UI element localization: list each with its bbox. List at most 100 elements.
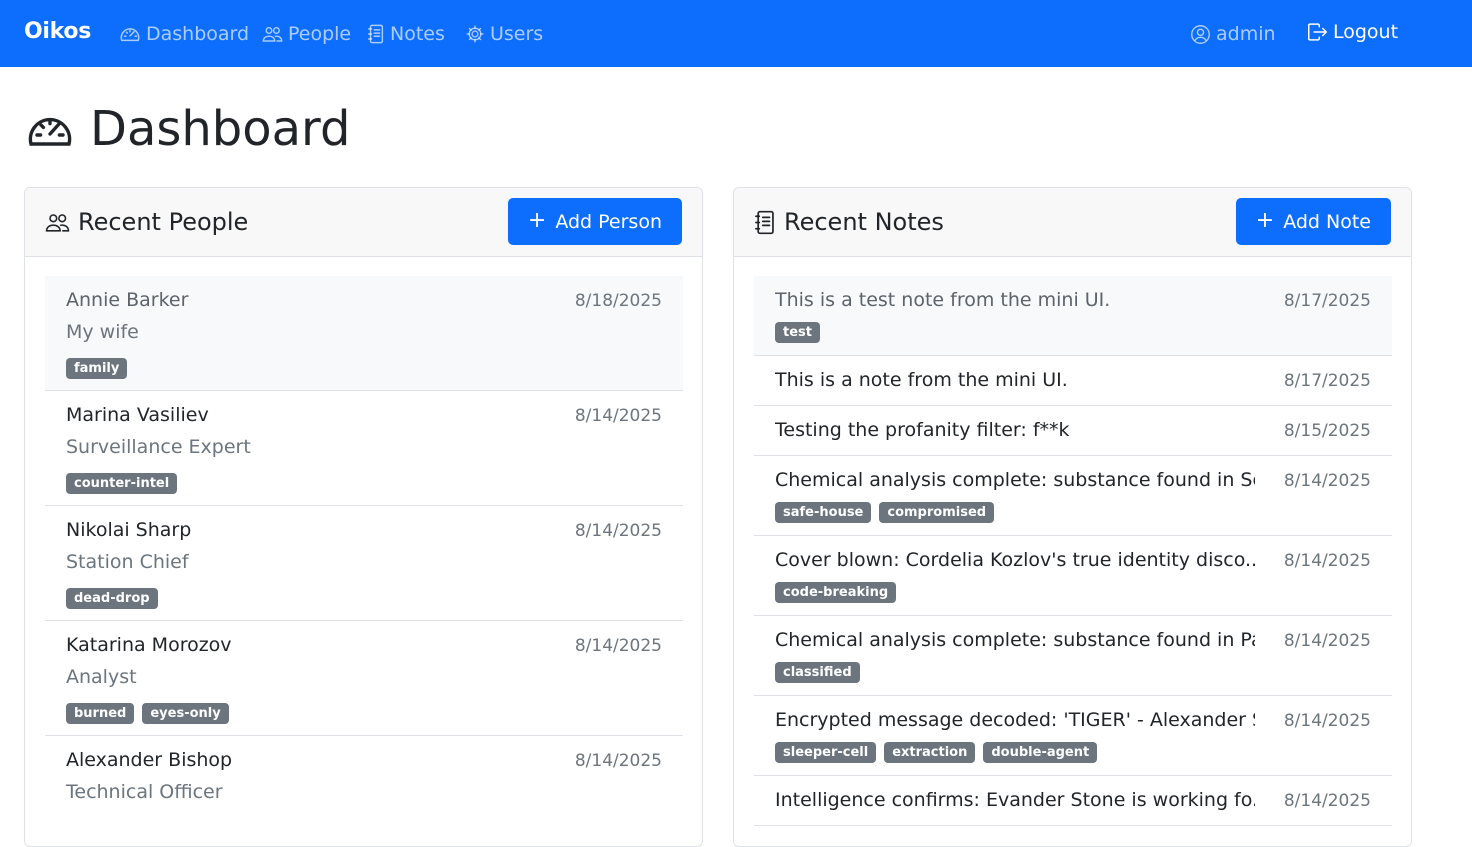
nav-people-label: People bbox=[288, 23, 352, 45]
note-text: Intelligence confirms: Evander Stone is … bbox=[775, 789, 1255, 811]
note-list-item[interactable]: This is a note from the mini UI. 8/17/202… bbox=[754, 356, 1392, 406]
person-name: Marina Vasiliev bbox=[66, 404, 209, 426]
add-note-label: Add Note bbox=[1283, 210, 1371, 233]
person-subtitle: Surveillance Expert bbox=[66, 436, 251, 458]
nav-username: admin bbox=[1216, 23, 1276, 45]
nav-dashboard[interactable]: Dashboard bbox=[119, 21, 249, 47]
tag-list: burned eyes-only bbox=[66, 703, 229, 724]
note-text: Testing the profanity filter: f**k bbox=[775, 419, 1070, 441]
recent-notes-title-text: Recent Notes bbox=[784, 208, 944, 236]
person-subtitle: Technical Officer bbox=[66, 781, 223, 803]
person-subtitle: Analyst bbox=[66, 666, 137, 688]
gear-icon bbox=[466, 25, 484, 43]
person-list-item[interactable]: Nikolai Sharp 8/14/2025 Station Chief dead-… bbox=[45, 506, 683, 621]
tag-badge[interactable]: classified bbox=[775, 662, 860, 683]
note-list-item[interactable]: Cover blown: Cordelia Kozlov's true iden… bbox=[754, 536, 1392, 616]
note-date: 8/17/2025 bbox=[1283, 291, 1371, 311]
person-name: Katarina Morozov bbox=[66, 634, 232, 656]
tag-list: code-breaking bbox=[775, 582, 897, 603]
tag-list: classified bbox=[775, 662, 860, 683]
tag-list: dead-drop bbox=[66, 588, 158, 609]
person-circle-icon bbox=[1191, 24, 1210, 44]
note-list-item[interactable]: Chemical analysis complete: substance fo… bbox=[754, 456, 1392, 536]
recent-people-title-text: Recent People bbox=[78, 208, 249, 236]
note-list-item[interactable]: This is a test note from the mini UI. 8/1… bbox=[754, 276, 1392, 356]
person-name: Annie Barker bbox=[66, 289, 189, 311]
tag-badge[interactable]: eyes-only bbox=[142, 703, 229, 724]
page-title: Dashboard bbox=[24, 101, 350, 157]
people-icon bbox=[45, 213, 70, 232]
recent-people-card: Recent People + Add Person Annie Barker 8… bbox=[24, 187, 703, 847]
person-name: Nikolai Sharp bbox=[66, 519, 192, 541]
tag-list: safe-house compromised bbox=[775, 502, 995, 523]
note-text: Chemical analysis complete: substance fo… bbox=[775, 469, 1255, 491]
tag-list: counter-intel bbox=[66, 473, 178, 494]
add-person-label: Add Person bbox=[555, 210, 662, 233]
speedometer-icon bbox=[120, 28, 140, 42]
nav-notes-label: Notes bbox=[390, 23, 445, 45]
recent-people-title: Recent People bbox=[45, 208, 248, 236]
logout-button[interactable]: Logout bbox=[1307, 19, 1398, 45]
journal-icon bbox=[755, 210, 774, 234]
recent-notes-header: Recent Notes + Add Note bbox=[734, 188, 1411, 257]
note-date: 8/14/2025 bbox=[1283, 631, 1371, 651]
tag-list: test bbox=[775, 322, 820, 343]
note-date: 8/15/2025 bbox=[1283, 421, 1371, 441]
recent-notes-title: Recent Notes bbox=[754, 208, 944, 236]
brand-logo[interactable]: Oikos bbox=[24, 19, 91, 44]
note-list-item[interactable]: Chemical analysis complete: substance fo… bbox=[754, 616, 1392, 696]
tag-badge[interactable]: code-breaking bbox=[775, 582, 897, 603]
tag-badge[interactable]: compromised bbox=[879, 502, 995, 523]
tag-list: family bbox=[66, 358, 128, 379]
person-list-item[interactable]: Alexander Bishop 8/14/2025 Technical Offic… bbox=[45, 736, 683, 846]
tag-badge[interactable]: counter-intel bbox=[66, 473, 178, 494]
note-date: 8/14/2025 bbox=[1283, 711, 1371, 731]
speedometer-icon bbox=[28, 117, 72, 146]
person-date: 8/14/2025 bbox=[574, 751, 662, 771]
logout-icon bbox=[1308, 23, 1327, 41]
note-text: This is a test note from the mini UI. bbox=[775, 289, 1111, 311]
tag-badge[interactable]: burned bbox=[66, 703, 135, 724]
tag-badge[interactable]: family bbox=[66, 358, 128, 379]
recent-notes-card: Recent Notes + Add Note This is a test n… bbox=[733, 187, 1412, 847]
note-text: Encrypted message decoded: 'TIGER' - Ale… bbox=[775, 709, 1255, 731]
person-list-item[interactable]: Marina Vasiliev 8/14/2025 Surveillance Exp… bbox=[45, 391, 683, 506]
tag-badge[interactable]: extraction bbox=[884, 742, 976, 763]
person-date: 8/14/2025 bbox=[574, 521, 662, 541]
note-date: 8/17/2025 bbox=[1283, 371, 1371, 391]
nav-people[interactable]: People bbox=[262, 21, 351, 47]
person-list-item[interactable]: Annie Barker 8/18/2025 My wife family bbox=[45, 276, 683, 391]
nav-dashboard-label: Dashboard bbox=[146, 23, 250, 45]
page-title-text: Dashboard bbox=[90, 101, 351, 157]
nav-user-menu[interactable]: admin bbox=[1190, 21, 1276, 47]
tag-list: sleeper-cell extraction double-agent bbox=[775, 742, 1098, 763]
person-list-item[interactable]: Katarina Morozov 8/14/2025 Analyst burned ey… bbox=[45, 621, 683, 736]
note-list-item[interactable]: Intelligence confirms: Evander Stone is … bbox=[754, 776, 1392, 826]
tag-badge[interactable]: sleeper-cell bbox=[775, 742, 877, 763]
people-list: Annie Barker 8/18/2025 My wife family Marina… bbox=[45, 276, 683, 846]
tag-badge[interactable]: test bbox=[775, 322, 820, 343]
note-date: 8/14/2025 bbox=[1283, 551, 1371, 571]
plus-icon: + bbox=[527, 207, 547, 233]
logout-label: Logout bbox=[1333, 21, 1399, 43]
add-note-button[interactable]: + Add Note bbox=[1235, 198, 1391, 245]
tag-badge[interactable]: double-agent bbox=[983, 742, 1098, 763]
person-name: Alexander Bishop bbox=[66, 749, 233, 771]
note-text: Chemical analysis complete: substance fo… bbox=[775, 629, 1255, 651]
add-person-button[interactable]: + Add Person bbox=[507, 198, 682, 245]
journal-icon bbox=[368, 24, 384, 44]
people-icon bbox=[262, 26, 283, 42]
note-list-item[interactable]: Encrypted message decoded: 'TIGER' - Ale… bbox=[754, 696, 1392, 776]
nav-notes[interactable]: Notes bbox=[367, 21, 445, 47]
tag-badge[interactable]: safe-house bbox=[775, 502, 872, 523]
person-date: 8/18/2025 bbox=[574, 291, 662, 311]
person-subtitle: Station Chief bbox=[66, 551, 189, 573]
plus-icon: + bbox=[1255, 207, 1275, 233]
recent-people-header: Recent People + Add Person bbox=[25, 188, 702, 257]
nav-users-label: Users bbox=[490, 23, 544, 45]
note-text: Cover blown: Cordelia Kozlov's true iden… bbox=[775, 549, 1255, 571]
tag-badge[interactable]: dead-drop bbox=[66, 588, 158, 609]
note-list-item[interactable]: Testing the profanity filter: f**k 8/15/2… bbox=[754, 406, 1392, 456]
nav-users[interactable]: Users bbox=[465, 21, 543, 47]
person-date: 8/14/2025 bbox=[574, 636, 662, 656]
